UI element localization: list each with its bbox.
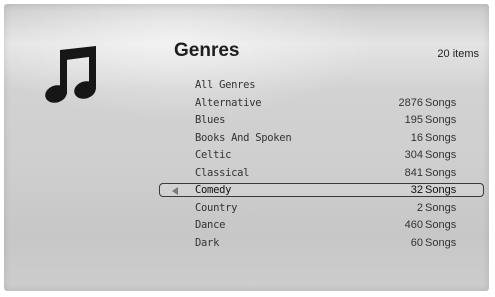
song-count: 60 (410, 236, 423, 249)
genre-name: Celtic (195, 149, 232, 161)
list-item-celtic[interactable]: Celtic 304 Songs (4, 147, 489, 165)
list-item-blues[interactable]: Blues 195 Songs (4, 112, 489, 130)
song-unit: Songs (425, 166, 457, 179)
song-count: 2876 (398, 96, 423, 109)
song-unit: Songs (425, 236, 457, 249)
song-count: 2 (416, 201, 423, 214)
genre-name: Dark (195, 236, 220, 249)
list-item-dark[interactable]: Dark 60 Songs (4, 235, 489, 253)
song-unit: Songs (425, 201, 457, 214)
list-item-dance[interactable]: Dance 460 Songs (4, 217, 489, 235)
song-unit: Songs (425, 219, 457, 231)
left-arrow-icon (172, 187, 178, 195)
song-count: 16 (410, 131, 423, 144)
list-item-classical[interactable]: Classical 841 Songs (4, 165, 489, 183)
genre-list: All Genres Alternative 2876 Songs Blues … (4, 77, 489, 252)
list-item-country[interactable]: Country 2 Songs (4, 200, 489, 218)
song-count: 195 (404, 114, 423, 126)
list-item-alternative[interactable]: Alternative 2876 Songs (4, 95, 489, 113)
genre-name: Dance (195, 219, 226, 231)
song-count: 304 (404, 149, 423, 161)
page-title: Genres (174, 40, 240, 61)
genre-name: All Genres (195, 79, 256, 91)
song-count: 460 (404, 219, 423, 231)
song-count: 841 (404, 166, 423, 179)
media-browser-panel: Genres 20 items All Genres Alternative 2… (4, 4, 489, 291)
item-count: 20 items (437, 48, 479, 60)
genre-name: Country (195, 201, 238, 214)
list-item-books-and-spoken[interactable]: Books And Spoken 16 Songs (4, 130, 489, 148)
song-unit: Songs (425, 96, 457, 109)
list-item-all-genres[interactable]: All Genres (4, 77, 489, 95)
song-unit: Songs (425, 131, 457, 144)
genre-name: Books And Spoken (195, 131, 292, 144)
song-unit: Songs (425, 114, 457, 126)
song-count: 32 (410, 184, 423, 196)
genre-name: Alternative (195, 96, 262, 109)
genre-name: Classical (195, 166, 250, 179)
song-unit: Songs (425, 184, 457, 196)
genre-name: Blues (195, 114, 226, 126)
list-item-comedy[interactable]: Comedy 32 Songs (4, 182, 489, 200)
genre-name: Comedy (195, 184, 232, 196)
song-unit: Songs (425, 149, 457, 161)
